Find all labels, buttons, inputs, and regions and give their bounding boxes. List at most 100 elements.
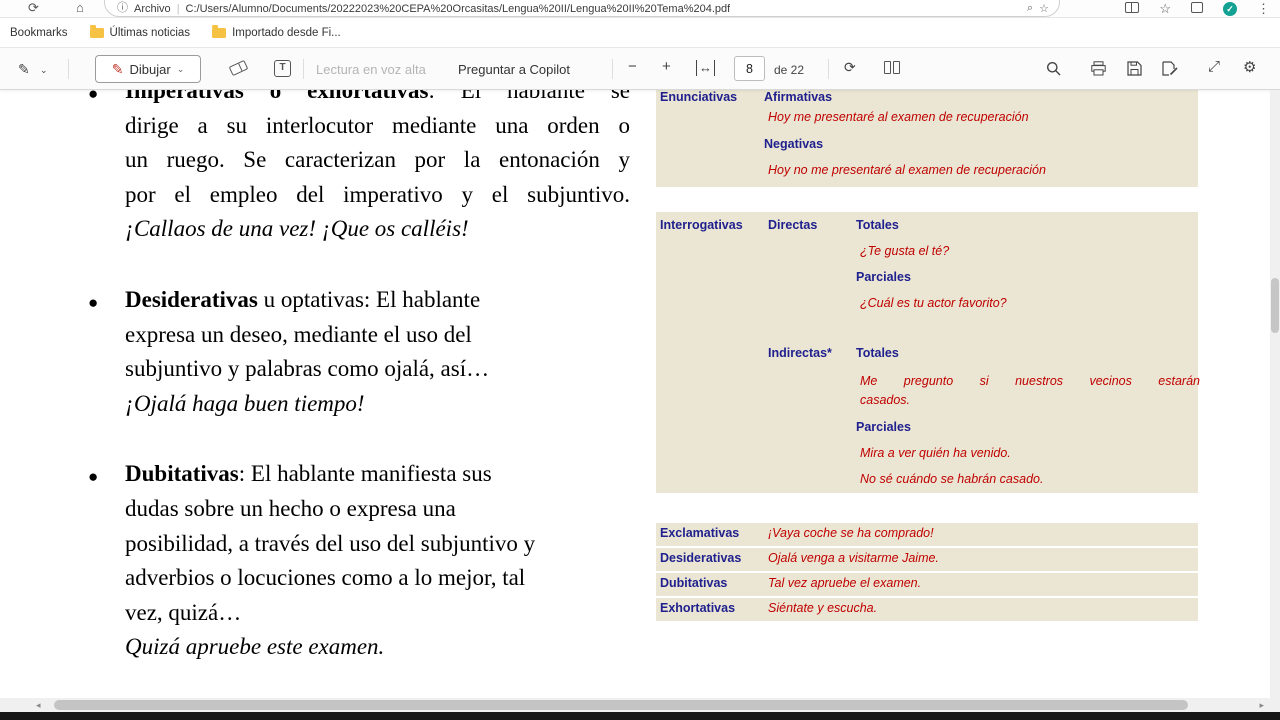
favorite-star-icon[interactable]: ☆ — [1039, 2, 1049, 15]
zoom-out-icon[interactable]: − — [628, 58, 637, 75]
sub-header: Directas — [768, 218, 817, 232]
horizontal-scrollbar[interactable]: ◂ ▸ — [0, 698, 1270, 712]
sub-header: Afirmativas — [764, 90, 832, 104]
table-row-dubitativas: Dubitativas Tal vez apruebe el examen. — [656, 573, 1198, 596]
collections-icon[interactable] — [1191, 2, 1203, 16]
bookmarks-label: Bookmarks — [10, 27, 68, 39]
zoom-page-icon[interactable]: ⌕ — [1027, 2, 1033, 15]
zoom-in-icon[interactable]: + — [662, 58, 671, 75]
document-text-column: ● Imperativas o exhortativas: El hablant… — [125, 90, 630, 698]
table-block-enunciativas: Enunciativas Afirmativas Hoy me presenta… — [656, 90, 1198, 187]
fullscreen-icon[interactable]: ⤢ — [1208, 58, 1220, 75]
row-header: Exclamativas — [660, 526, 739, 540]
more-menu-icon[interactable]: ⋮ — [1257, 2, 1270, 16]
example-line: ¡Callaos de una vez! ¡Que os calléis! — [125, 212, 630, 247]
draw-pen-icon: ✎ — [112, 61, 124, 78]
example-cell: Me pregunto si nuestros vecinos estarán … — [860, 372, 1200, 410]
folder-icon — [212, 28, 226, 38]
page-number-input[interactable] — [734, 56, 765, 81]
save-as-icon[interactable] — [1162, 61, 1178, 81]
fit-width-icon[interactable]: ↔ — [696, 60, 715, 76]
row-header: Interrogativas — [660, 218, 743, 232]
table-row-desiderativas: Desiderativas Ojalá venga a visitarme Ja… — [656, 548, 1198, 571]
paragraph-line: dirige a su interlocutor mediante una or… — [125, 109, 630, 144]
sub-header: Parciales — [856, 270, 911, 284]
paragraph-line: dudas sobre un hecho o expresa una — [125, 492, 630, 527]
paragraph-line: por el empleo del imperativo y el subjun… — [125, 178, 630, 213]
example-line: Quizá apruebe este examen. — [125, 630, 630, 665]
read-aloud-button[interactable]: Lectura en voz alta — [316, 62, 426, 77]
example-cell: Ojalá venga a visitarme Jaime. — [768, 551, 939, 565]
scrollbar-corner — [1270, 698, 1280, 712]
paragraph-line: subjuntivo y palabras como ojalá, así… — [125, 352, 630, 387]
ask-copilot-button[interactable]: Preguntar a Copilot — [458, 62, 570, 77]
save-icon[interactable] — [1127, 61, 1142, 81]
table-row-exclamativas: Exclamativas ¡Vaya coche se ha comprado! — [656, 523, 1198, 546]
paragraph-line: Imperativas o exhortativas: El hablante … — [125, 90, 630, 109]
pen-style-icon[interactable]: ✎ — [18, 61, 30, 78]
vertical-scrollbar-thumb[interactable] — [1271, 278, 1279, 333]
bookmark-label: Últimas noticias — [110, 27, 191, 39]
sub-header: Totales — [856, 346, 899, 360]
example-cell: No sé cuándo se habrán casado. — [860, 472, 1043, 486]
bookmark-folder-importado[interactable]: Importado desde Fi... — [212, 27, 341, 39]
browser-address-bar: ⟳ ⌂ ⓘ Archivo | C:/Users/Alumno/Document… — [0, 0, 1280, 18]
paragraph-line: un ruego. Se caracterizan por la entonac… — [125, 143, 630, 178]
paragraph-line: posibilidad, a través del uso del subjun… — [125, 527, 630, 562]
search-icon[interactable] — [1046, 61, 1061, 81]
draw-button-label: Dibujar — [130, 62, 171, 77]
row-header: Dubitativas — [660, 576, 727, 590]
eraser-icon[interactable] — [229, 60, 249, 76]
add-text-icon[interactable]: T — [274, 60, 291, 77]
row-header: Enunciativas — [660, 90, 737, 104]
example-cell: Hoy no me presentaré al examen de recupe… — [768, 163, 1046, 177]
vertical-scrollbar[interactable] — [1270, 90, 1280, 698]
url-box[interactable]: ⓘ Archivo | C:/Users/Alumno/Documents/20… — [104, 0, 1060, 17]
sub-header: Totales — [856, 218, 899, 232]
favorites-bar-icon[interactable]: ☆ — [1159, 2, 1171, 16]
draw-button[interactable]: ✎ Dibujar ⌄ — [95, 55, 201, 83]
bookmarks-bar: Bookmarks Últimas noticias Importado des… — [0, 18, 1280, 48]
bullet-marker: ● — [88, 460, 98, 495]
url-separator: | — [177, 3, 180, 15]
table-block-interrogativas: Interrogativas Directas Totales ¿Te gust… — [656, 212, 1198, 493]
pdf-page: ● Imperativas o exhortativas: El hablant… — [0, 90, 1270, 698]
example-cell: Siéntate y escucha. — [768, 601, 877, 615]
paragraph-line: vez, quizá… — [125, 596, 630, 631]
sub-header: Negativas — [764, 137, 823, 151]
horizontal-scrollbar-thumb[interactable] — [54, 700, 1188, 710]
example-cell: Hoy me presentaré al examen de recuperac… — [768, 110, 1029, 124]
split-screen-icon[interactable] — [1125, 2, 1139, 16]
draw-chevron-icon: ⌄ — [177, 64, 185, 75]
scroll-left-icon[interactable]: ◂ — [36, 700, 41, 711]
example-cell: ¿Te gusta el té? — [860, 244, 949, 258]
browser-action-icons: ☆ ✓ ⋮ — [1125, 1, 1270, 16]
bullet-marker: ● — [88, 90, 98, 112]
bullet-marker: ● — [88, 286, 98, 321]
page-total-label: de 22 — [774, 63, 804, 77]
url-text[interactable]: C:/Users/Alumno/Documents/20222023%20CEP… — [186, 3, 731, 15]
info-icon[interactable]: ⓘ — [117, 0, 128, 15]
pen-style-chevron-icon[interactable]: ⌄ — [40, 65, 48, 76]
bookmark-folder-ultimas-noticias[interactable]: Últimas noticias — [90, 27, 191, 39]
settings-gear-icon[interactable]: ⚙ — [1243, 58, 1256, 76]
example-line: ¡Ojalá haga buen tiempo! — [125, 387, 630, 422]
example-cell: ¿Cuál es tu actor favorito? — [860, 296, 1007, 310]
bullet-item-dubitativas: ● Dubitativas: El hablante manifiesta su… — [125, 457, 630, 665]
paragraph-line: Dubitativas: El hablante manifiesta sus — [125, 457, 630, 492]
scroll-right-icon[interactable]: ▸ — [1259, 700, 1264, 711]
paragraph-line: expresa un deseo, mediante el uso del — [125, 318, 630, 353]
print-icon[interactable] — [1091, 61, 1106, 81]
row-header: Desiderativas — [660, 551, 741, 565]
pdf-toolbar: ✎ ⌄ ✎ Dibujar ⌄ T Lectura en voz alta Pr… — [0, 48, 1280, 90]
paragraph-line: Desiderativas u optativas: El hablante — [125, 283, 630, 318]
home-icon[interactable]: ⌂ — [76, 0, 84, 15]
extension-badge-icon[interactable]: ✓ — [1223, 1, 1237, 16]
reload-icon[interactable]: ⟳ — [28, 0, 39, 16]
example-cell: Tal vez apruebe el examen. — [768, 576, 921, 590]
bullet-item-imperativas: ● Imperativas o exhortativas: El hablant… — [125, 90, 630, 247]
folder-icon — [90, 28, 104, 38]
url-scheme-label: Archivo — [134, 3, 171, 15]
rotate-icon[interactable]: ⟳ — [844, 59, 856, 76]
page-view-icon[interactable] — [884, 61, 900, 74]
